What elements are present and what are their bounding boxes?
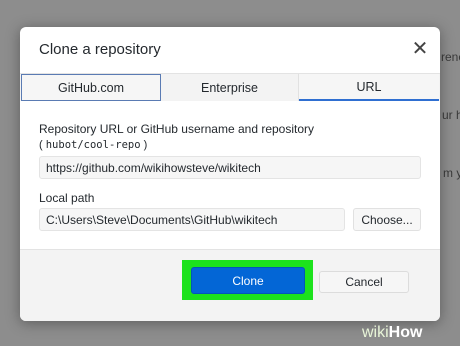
hint-paren-open: ( xyxy=(39,139,43,151)
hint-example: hubot/cool-repo xyxy=(45,139,141,151)
tab-bar: GitHub.com Enterprise URL xyxy=(20,73,440,101)
dialog-title: Clone a repository xyxy=(39,41,161,58)
local-path-label: Local path xyxy=(39,191,95,205)
clone-repository-dialog: Clone a repository ✕ GitHub.com Enterpri… xyxy=(20,27,440,321)
repository-url-label: Repository URL or GitHub username and re… xyxy=(39,122,315,136)
tab-enterprise[interactable]: Enterprise xyxy=(161,74,299,101)
background-text: ur ho xyxy=(442,108,460,122)
repository-url-input[interactable]: https://github.com/wikihowsteve/wikitech xyxy=(39,156,421,179)
background-text: m you xyxy=(443,166,460,180)
hint-paren-close: ) xyxy=(143,139,148,151)
choose-button[interactable]: Choose... xyxy=(353,208,421,231)
cancel-button[interactable]: Cancel xyxy=(319,271,409,293)
tab-url[interactable]: URL xyxy=(299,74,439,101)
logo-how: How xyxy=(388,324,423,341)
logo-wiki: wiki xyxy=(362,324,389,341)
close-icon[interactable]: ✕ xyxy=(410,39,430,59)
background-text: rener xyxy=(441,50,460,64)
wikihow-logo: wiki How xyxy=(362,322,458,344)
local-path-input[interactable]: C:\Users\Steve\Documents\GitHub\wikitech xyxy=(39,208,345,231)
clone-button[interactable]: Clone xyxy=(191,267,305,294)
dialog-footer: Clone Cancel xyxy=(20,249,440,321)
tab-github-com[interactable]: GitHub.com xyxy=(21,74,161,101)
repository-url-hint: ( hubot/cool-repo ) xyxy=(39,139,147,151)
